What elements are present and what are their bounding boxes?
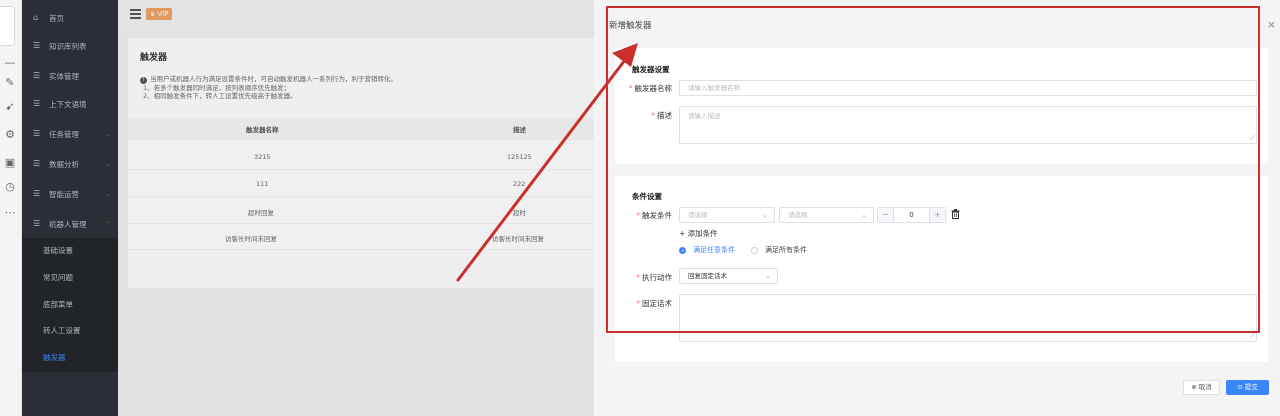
annotation-toolbar: — ✎ ➹ ⚙ ▣ ◷ ⋯: [0, 0, 22, 416]
close-icon[interactable]: ×: [1267, 18, 1276, 31]
clock-icon[interactable]: ◷: [2, 180, 18, 194]
cursor-icon[interactable]: ➹: [2, 100, 18, 114]
cancel-button[interactable]: ⊗ 取消: [1183, 380, 1220, 395]
submit-label: 提交: [1244, 383, 1258, 391]
resize-grip-icon[interactable]: ⟋: [1250, 332, 1255, 341]
more-icon[interactable]: ⋯: [2, 206, 18, 220]
submit-button[interactable]: ⊙ 提交: [1226, 380, 1269, 395]
minus-icon[interactable]: —: [2, 56, 18, 70]
pen-icon[interactable]: ✎: [2, 76, 18, 90]
modal-overlay[interactable]: [22, 0, 594, 416]
cancel-label: 取消: [1198, 383, 1212, 391]
tool-panel: [0, 6, 15, 46]
cancel-icon: ⊗: [1191, 383, 1199, 391]
sliders-icon[interactable]: ⚙: [2, 128, 18, 142]
submit-icon: ⊙: [1237, 383, 1245, 391]
image-icon[interactable]: ▣: [2, 156, 18, 170]
annotation-highlight-box: [606, 6, 1260, 333]
